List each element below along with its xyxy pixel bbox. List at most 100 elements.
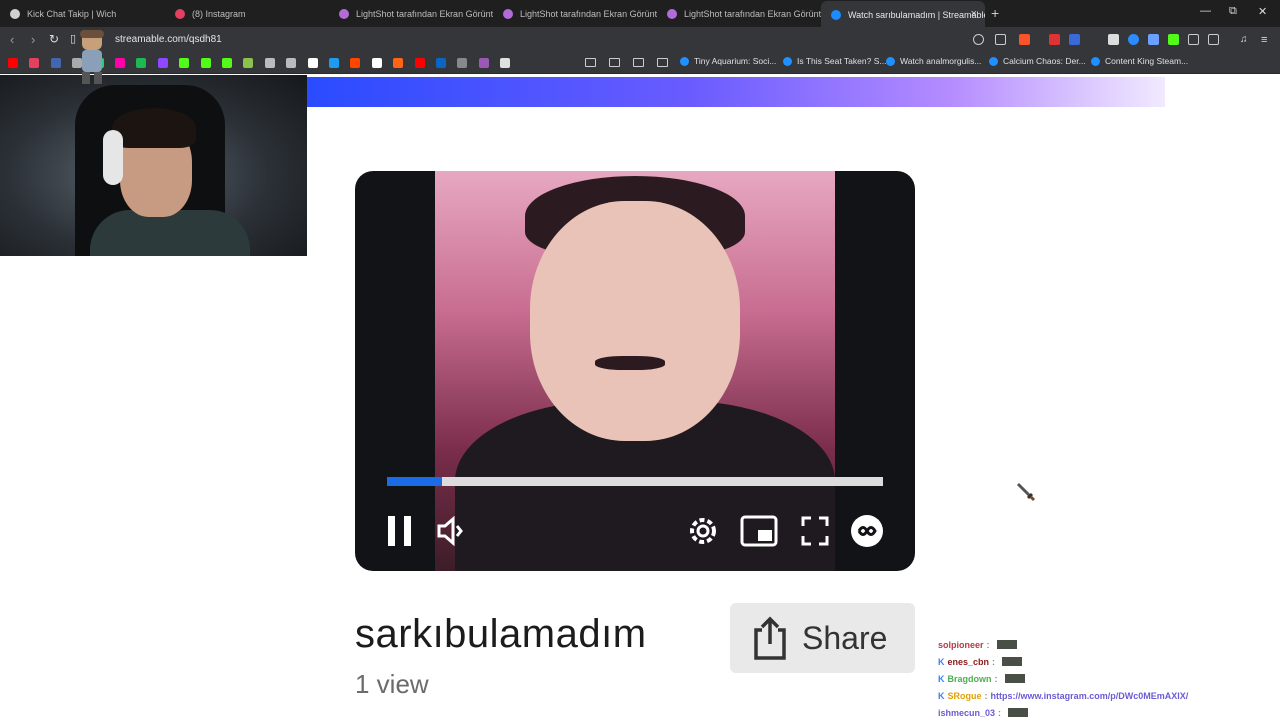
video-face <box>530 201 740 441</box>
settings-gear-icon[interactable] <box>685 513 721 549</box>
sidebar-icon[interactable] <box>1208 34 1219 45</box>
extension-icon[interactable] <box>1168 34 1179 45</box>
bookmark-favicon-icon[interactable] <box>179 58 190 68</box>
picture-in-picture-icon[interactable] <box>740 515 778 547</box>
bookmark-favicon-icon <box>1091 56 1100 66</box>
bookmark-favicon-icon[interactable] <box>414 58 425 68</box>
video-frame[interactable] <box>435 171 835 571</box>
tab-label: Kick Chat Takip | Wich <box>27 8 117 19</box>
close-window-button[interactable]: ✕ <box>1258 5 1267 18</box>
streamer-hair <box>112 108 196 148</box>
maximize-button[interactable]: ⧉ <box>1229 5 1237 18</box>
extension-icon[interactable] <box>1148 34 1159 45</box>
menu-icon[interactable]: ≡ <box>1261 34 1272 46</box>
chat-username: solpioneer <box>938 639 984 650</box>
close-tab-icon[interactable]: × <box>971 8 977 20</box>
bookmark-favicon-icon[interactable] <box>457 58 468 68</box>
bookmark-favicon-icon <box>680 56 689 66</box>
kick-badge-icon: K <box>938 690 945 701</box>
browser-tab[interactable]: (8) Instagram <box>165 0 329 27</box>
bookmark-favicon-icon[interactable] <box>29 58 40 68</box>
bookmark-item[interactable]: Content King Steam... <box>1091 56 1188 66</box>
share-page-icon[interactable] <box>995 34 1006 45</box>
chat-separator: : <box>984 690 988 701</box>
tab-label: (8) Instagram <box>192 8 246 19</box>
bookmark-favicon-icon[interactable] <box>222 58 232 68</box>
tab-favicon-icon <box>339 8 349 19</box>
streamer-body <box>90 210 250 256</box>
bookmark-favicon-icon[interactable] <box>393 58 404 68</box>
folder-icon[interactable] <box>609 58 620 67</box>
bookmark-favicon-icon[interactable] <box>478 58 489 68</box>
back-icon[interactable]: ‹ <box>10 32 14 47</box>
bookmark-label: Is This Seat Taken? S... <box>797 56 887 66</box>
browser-tab[interactable]: Kick Chat Takip | Wich <box>0 0 165 27</box>
tab-label: LightShot tarafından Ekran Görüntüsü <box>356 8 493 19</box>
bookmark-label: Tiny Aquarium: Soci... <box>694 56 777 66</box>
bookmark-favicon-icon[interactable] <box>264 58 275 68</box>
chat-emote <box>1002 657 1023 666</box>
extension-icon[interactable] <box>1049 34 1060 45</box>
pause-icon[interactable] <box>386 514 414 548</box>
streamable-logo-icon[interactable] <box>849 513 885 549</box>
bookmark-item[interactable]: Tiny Aquarium: Soci... <box>680 56 776 66</box>
media-icon[interactable]: ♫ <box>1240 34 1251 45</box>
browser-tab[interactable]: Watch sarıbulamadım | Streamable × <box>821 1 985 28</box>
bookmark-favicon-icon[interactable] <box>50 58 61 68</box>
extension-icon[interactable] <box>1108 34 1119 45</box>
chat-separator: : <box>994 673 998 684</box>
bookmark-favicon-icon[interactable] <box>286 58 297 68</box>
address-bar[interactable]: streamable.com/qsdh81 <box>115 34 222 45</box>
chat-overlay: solpioneer : Kenes_cbn : K Bragdown : K SRogu… <box>938 636 1238 721</box>
bookmark-favicon-icon[interactable] <box>8 58 18 68</box>
brave-shield-icon[interactable] <box>1019 34 1030 45</box>
folder-icon[interactable] <box>585 58 596 67</box>
bookmark-item[interactable]: Is This Seat Taken? S... <box>783 56 886 66</box>
browser-tab[interactable]: LightShot tarafından Ekran Görüntüsü <box>493 0 657 27</box>
browser-tab[interactable]: LightShot tarafından Ekran Görüntüsü <box>657 0 821 27</box>
folder-icon[interactable] <box>657 58 668 67</box>
bookmark-label: Content King Steam... <box>1105 56 1189 66</box>
fullscreen-icon[interactable] <box>801 516 829 546</box>
bookmark-item[interactable]: Watch analmorgulis... <box>886 56 981 66</box>
chat-message: K Bragdown : <box>938 670 1238 687</box>
bookmark-favicon-icon[interactable] <box>329 58 339 68</box>
bookmark-favicon-icon[interactable] <box>115 58 125 68</box>
volume-icon[interactable] <box>436 516 464 546</box>
progress-fill <box>387 477 442 486</box>
extension-icon[interactable] <box>1128 34 1139 45</box>
chat-message: ishmecun_03 : <box>938 704 1238 721</box>
forward-icon[interactable]: › <box>31 32 35 47</box>
bookmark-favicon-icon[interactable] <box>500 58 511 68</box>
bookmark-favicon-icon[interactable] <box>307 58 318 68</box>
progress-bar[interactable] <box>387 477 883 486</box>
folder-icon[interactable] <box>633 58 644 67</box>
headphones <box>103 130 123 185</box>
video-mustache <box>595 356 665 370</box>
zoom-icon[interactable] <box>973 34 984 45</box>
bookmark-favicon-icon[interactable] <box>200 58 211 68</box>
browser-tab[interactable]: LightShot tarafından Ekran Görüntüsü <box>329 0 493 27</box>
chat-username: SRogue <box>947 690 982 701</box>
new-tab-button[interactable]: + <box>991 5 999 21</box>
tab-favicon-icon <box>667 8 677 19</box>
puzzle-icon[interactable] <box>1188 34 1199 45</box>
bookmark-favicon-icon[interactable] <box>350 58 361 68</box>
tab-bar: Kick Chat Takip | Wich (8) Instagram Light… <box>0 0 1280 28</box>
video-player[interactable] <box>355 171 915 571</box>
reload-icon[interactable]: ↻ <box>49 32 59 46</box>
bookmark-favicon-icon[interactable] <box>436 58 446 68</box>
bookmark-favicon-icon[interactable] <box>136 58 147 68</box>
bookmark-item[interactable]: Calcium Chaos: Der... <box>989 56 1086 66</box>
minimize-button[interactable]: — <box>1200 5 1211 17</box>
character-sticker <box>80 30 104 84</box>
bookmark-favicon-icon[interactable] <box>371 58 382 68</box>
tab-favicon-icon <box>10 8 20 19</box>
bookmark-favicon-icon[interactable] <box>243 58 254 68</box>
share-button[interactable]: Share <box>730 603 915 673</box>
share-label: Share <box>802 619 888 656</box>
bookmark-label: Calcium Chaos: Der... <box>1003 56 1086 66</box>
extension-icon[interactable] <box>1069 34 1080 45</box>
tab-favicon-icon <box>175 8 185 19</box>
bookmark-favicon-icon[interactable] <box>157 58 168 68</box>
